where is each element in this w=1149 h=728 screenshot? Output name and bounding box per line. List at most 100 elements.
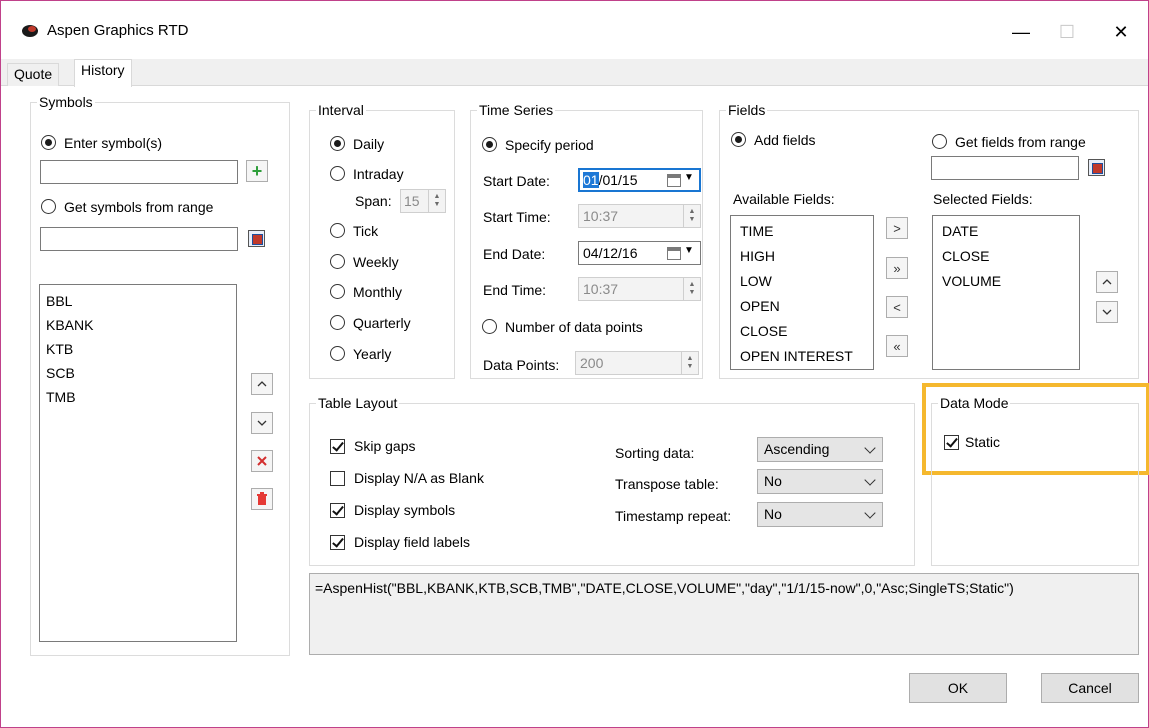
add-field-button[interactable]: > bbox=[886, 217, 908, 239]
fields-from-range-radio[interactable] bbox=[932, 134, 947, 149]
delete-all-button[interactable] bbox=[251, 488, 273, 510]
spin-arrows-icon[interactable]: ▲ ▼ bbox=[428, 190, 445, 212]
list-item[interactable]: TMB bbox=[46, 385, 230, 409]
skip-gaps-checkbox[interactable] bbox=[330, 439, 345, 454]
formula-preview[interactable]: =AspenHist("BBL,KBANK,KTB,SCB,TMB","DATE… bbox=[309, 573, 1139, 655]
add-all-fields-button[interactable]: » bbox=[886, 257, 908, 279]
sorting-dropdown[interactable]: Ascending bbox=[757, 437, 883, 462]
maximize-button[interactable]: ☐ bbox=[1044, 15, 1090, 49]
interval-yearly-label: Yearly bbox=[353, 346, 392, 362]
calendar-icon[interactable] bbox=[667, 247, 681, 260]
field-move-up-button[interactable] bbox=[1096, 271, 1118, 293]
cancel-button[interactable]: Cancel bbox=[1041, 673, 1139, 703]
specify-period-radio[interactable] bbox=[482, 137, 497, 152]
range-picker-icon[interactable] bbox=[248, 230, 265, 247]
add-symbol-button[interactable]: + bbox=[246, 160, 268, 182]
dropdown-arrow-icon[interactable]: ▼ bbox=[684, 245, 694, 256]
static-checkbox[interactable] bbox=[944, 435, 959, 450]
number-of-points-label: Number of data points bbox=[505, 319, 643, 335]
list-item[interactable]: CLOSE bbox=[740, 319, 864, 344]
transpose-value: No bbox=[764, 473, 782, 489]
time-series-group: Time Series Specify period Start Date: 0… bbox=[470, 101, 703, 379]
data-mode-group-label: Data Mode bbox=[938, 394, 1011, 412]
start-date-selected-part: 01 bbox=[583, 172, 599, 188]
fields-range-input[interactable] bbox=[931, 156, 1079, 180]
enter-symbols-label: Enter symbol(s) bbox=[64, 135, 163, 151]
tab-quote[interactable]: Quote bbox=[7, 63, 60, 86]
skip-gaps-label: Skip gaps bbox=[354, 438, 416, 454]
remove-symbol-button[interactable] bbox=[251, 450, 273, 472]
enter-symbols-radio[interactable] bbox=[41, 135, 56, 150]
interval-tick-radio[interactable] bbox=[330, 223, 345, 238]
end-date-picker[interactable]: 04/12/16 ▼ bbox=[578, 241, 701, 265]
interval-monthly-radio[interactable] bbox=[330, 284, 345, 299]
app-icon bbox=[22, 25, 38, 37]
sorting-value: Ascending bbox=[764, 441, 830, 457]
chevron-right-icon: > bbox=[893, 220, 901, 236]
calendar-icon[interactable] bbox=[667, 174, 681, 187]
remove-field-button[interactable]: < bbox=[886, 296, 908, 318]
chevron-down-icon bbox=[1102, 309, 1112, 315]
interval-intraday-radio[interactable] bbox=[330, 166, 345, 181]
specify-period-label: Specify period bbox=[505, 137, 594, 153]
list-item[interactable]: OPEN INTEREST bbox=[740, 344, 864, 369]
ok-button[interactable]: OK bbox=[909, 673, 1007, 703]
move-down-button[interactable] bbox=[251, 412, 273, 434]
start-time-input[interactable]: 10:37 ▲ ▼ bbox=[578, 204, 701, 228]
symbols-from-range-label: Get symbols from range bbox=[64, 199, 214, 215]
end-time-input[interactable]: 10:37 ▲ ▼ bbox=[578, 277, 701, 301]
add-fields-radio[interactable] bbox=[731, 132, 746, 147]
list-item[interactable]: BBL bbox=[46, 289, 230, 313]
start-date-label: Start Date: bbox=[483, 173, 550, 189]
minimize-button[interactable]: — bbox=[998, 15, 1044, 49]
interval-weekly-radio[interactable] bbox=[330, 254, 345, 269]
display-na-blank-label: Display N/A as Blank bbox=[354, 470, 484, 486]
close-button[interactable]: ✕ bbox=[1098, 15, 1144, 49]
list-item[interactable]: HIGH bbox=[740, 244, 864, 269]
symbols-from-range-radio[interactable] bbox=[41, 199, 56, 214]
span-spinner[interactable]: 15 ▲ ▼ bbox=[400, 189, 446, 213]
list-item[interactable]: CLOSE bbox=[942, 244, 1070, 269]
interval-daily-radio[interactable] bbox=[330, 136, 345, 151]
symbol-list[interactable]: BBL KBANK KTB SCB TMB bbox=[39, 284, 237, 642]
interval-quarterly-radio[interactable] bbox=[330, 315, 345, 330]
tab-history[interactable]: History bbox=[74, 59, 132, 87]
data-points-input[interactable]: 200 ▲ ▼ bbox=[575, 351, 699, 375]
display-field-labels-checkbox[interactable] bbox=[330, 535, 345, 550]
dropdown-arrow-icon[interactable]: ▼ bbox=[684, 172, 694, 183]
spin-arrows-icon[interactable]: ▲ ▼ bbox=[683, 205, 700, 227]
timestamp-repeat-dropdown[interactable]: No bbox=[757, 502, 883, 527]
remove-all-fields-button[interactable]: « bbox=[886, 335, 908, 357]
list-item[interactable]: SCB bbox=[46, 361, 230, 385]
sorting-label: Sorting data: bbox=[615, 445, 695, 461]
list-item[interactable]: TIME bbox=[740, 219, 864, 244]
range-picker-icon[interactable] bbox=[1088, 159, 1105, 176]
interval-quarterly-label: Quarterly bbox=[353, 315, 411, 331]
available-fields-list[interactable]: TIME HIGH LOW OPEN CLOSE OPEN INTEREST bbox=[730, 215, 874, 370]
chevron-up-icon bbox=[257, 381, 267, 387]
chevron-down-icon bbox=[864, 474, 876, 486]
number-of-points-radio[interactable] bbox=[482, 319, 497, 334]
selected-fields-list[interactable]: DATE CLOSE VOLUME bbox=[932, 215, 1080, 370]
symbol-input[interactable] bbox=[40, 160, 238, 184]
list-item[interactable]: LOW bbox=[740, 269, 864, 294]
list-item[interactable]: KBANK bbox=[46, 313, 230, 337]
field-move-down-button[interactable] bbox=[1096, 301, 1118, 323]
start-time-value: 10:37 bbox=[583, 208, 619, 224]
move-up-button[interactable] bbox=[251, 373, 273, 395]
spin-arrows-icon[interactable]: ▲ ▼ bbox=[683, 278, 700, 300]
display-symbols-checkbox[interactable] bbox=[330, 503, 345, 518]
list-item[interactable]: OPEN bbox=[740, 294, 864, 319]
list-item[interactable]: DATE bbox=[942, 219, 1070, 244]
interval-yearly-radio[interactable] bbox=[330, 346, 345, 361]
display-na-blank-checkbox[interactable] bbox=[330, 471, 345, 486]
interval-daily-label: Daily bbox=[353, 136, 385, 152]
list-item[interactable]: VOLUME bbox=[942, 269, 1070, 294]
list-item[interactable]: KTB bbox=[46, 337, 230, 361]
symbol-range-input[interactable] bbox=[40, 227, 238, 251]
symbols-group-label: Symbols bbox=[37, 93, 95, 111]
spin-arrows-icon[interactable]: ▲ ▼ bbox=[681, 352, 698, 374]
start-date-picker[interactable]: 01/01/15 ▼ bbox=[578, 168, 701, 192]
transpose-dropdown[interactable]: No bbox=[757, 469, 883, 494]
double-chevron-left-icon: « bbox=[893, 338, 901, 354]
